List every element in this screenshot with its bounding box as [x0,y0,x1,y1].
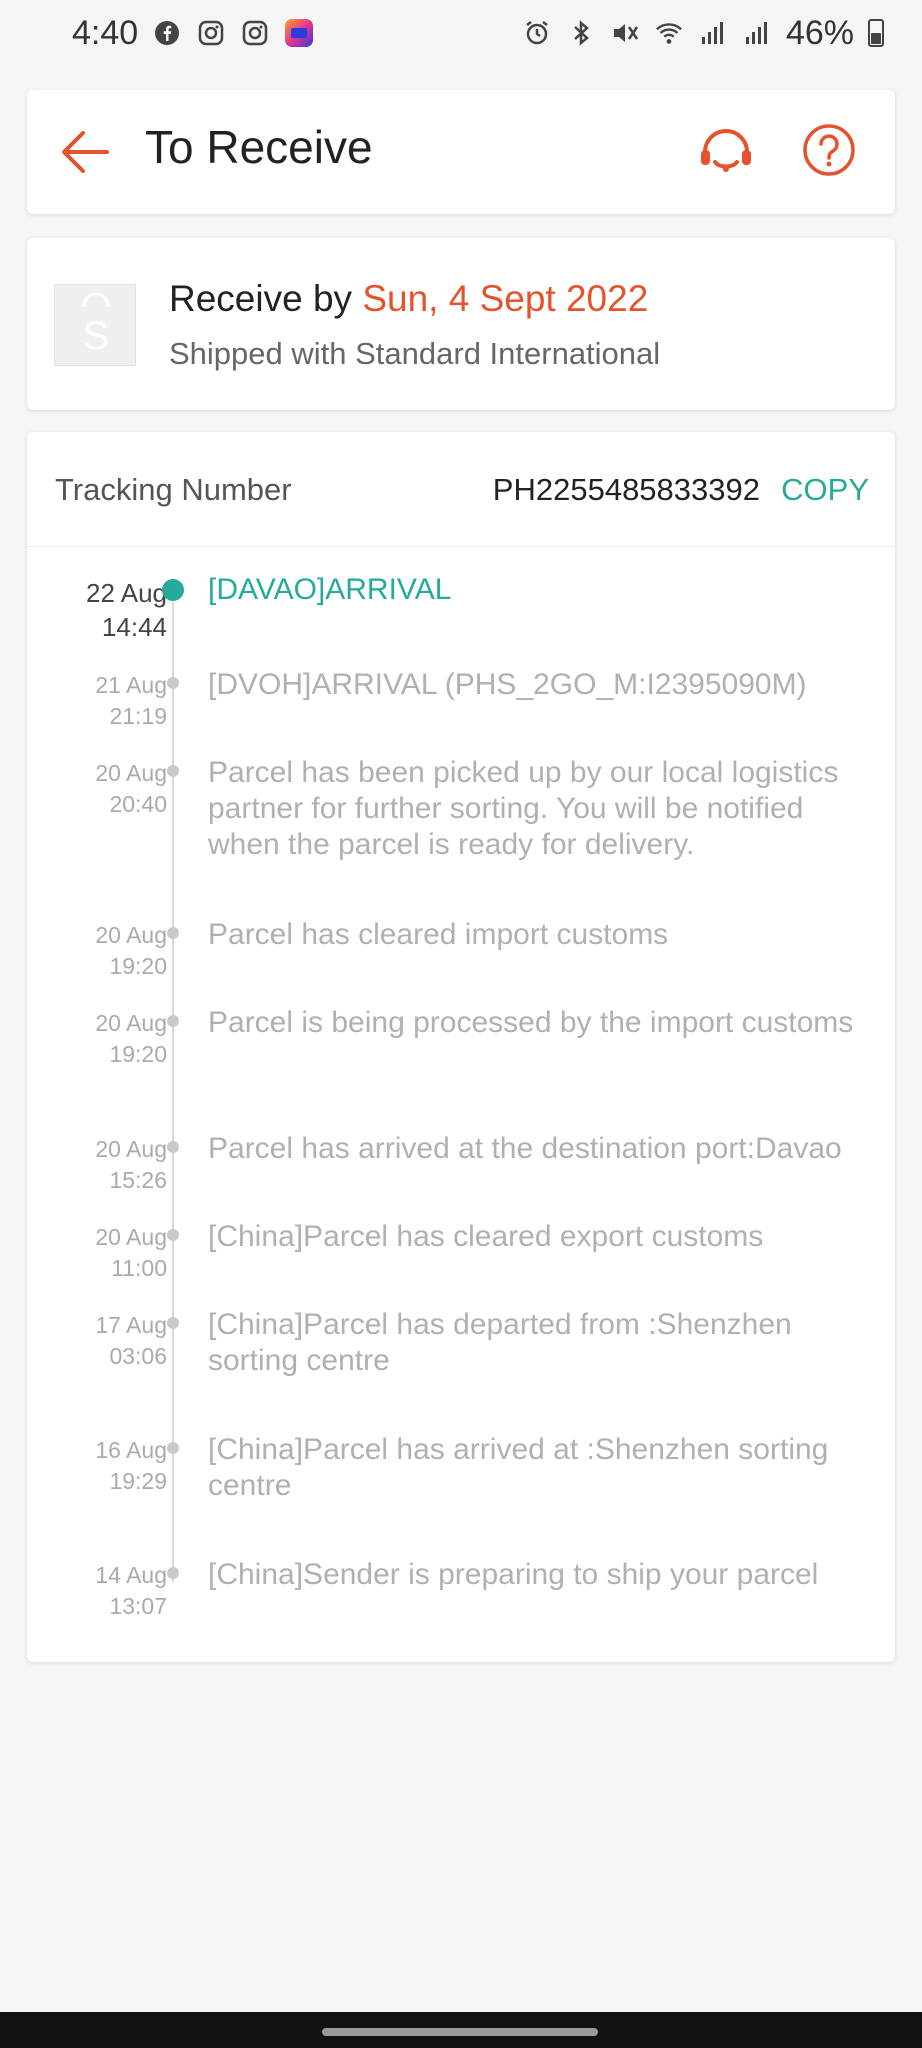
event-time: 19:20 [109,953,167,979]
signal-icon [742,18,772,48]
event-description: Parcel has cleared import customs [208,918,669,951]
support-button[interactable] [695,120,757,182]
battery-percent: 46% [785,13,854,52]
event-datetime: 20 Aug 11:00 [95,1222,167,1284]
event-datetime: 20 Aug 20:40 [95,758,167,820]
event-time: 14:44 [101,612,167,642]
timeline-dot [167,1567,179,1579]
event-date: 22 Aug [86,578,167,608]
shopping-bag-icon: S [82,292,110,358]
help-icon [803,124,855,176]
event-date: 17 Aug [95,1312,167,1338]
timeline-line [172,602,174,1582]
event-date: 20 Aug [95,760,167,786]
instagram-icon [240,18,270,48]
event-date: 20 Aug [95,1136,167,1162]
delivery-info-card: S Receive by Sun, 4 Sept 2022 Shipped wi… [27,238,895,410]
receive-by-line: Receive by Sun, 4 Sept 2022 [169,278,648,320]
tracking-number-label: Tracking Number [55,472,292,507]
event-datetime: 14 Aug 13:07 [95,1560,167,1622]
event-time: 11:00 [111,1255,167,1281]
battery-icon [868,19,884,47]
event-description: [China]Parcel has cleared export customs [208,1220,764,1253]
instagram-icon [196,18,226,48]
event-date: 14 Aug [95,1562,167,1588]
timeline-dot [167,1015,179,1027]
event-time: 21:19 [109,703,167,729]
event-description: [DVOH]ARRIVAL (PHS_2GO_M:I2395090M) [208,668,807,701]
shipping-method: Shipped with Standard International [169,336,661,371]
tracking-number-value: PH2255485833392 [492,472,760,507]
event-description: [China]Parcel has departed from :Shenzhe… [208,1308,792,1377]
event-time: 19:29 [109,1468,167,1494]
event-datetime: 20 Aug 15:26 [95,1134,167,1196]
event-description: Parcel is being processed by the import … [208,1006,854,1039]
wifi-icon [654,18,684,48]
tracking-card: Tracking Number PH2255485833392 COPY 22 … [27,432,895,1662]
back-arrow-icon [62,131,109,173]
back-button[interactable] [55,124,115,180]
event-description: Parcel has been picked up by our local l… [208,756,839,861]
timeline-dot [167,1229,179,1241]
navigation-bar [0,2012,922,2048]
tracking-header: Tracking Number PH2255485833392 COPY [27,432,895,547]
page-header: To Receive [27,90,895,214]
help-button[interactable] [801,122,857,178]
status-time: 4:40 [72,13,139,52]
status-right: 46% [522,14,884,53]
alarm-icon [522,18,552,48]
home-gesture-bar[interactable] [322,2028,598,2036]
receive-by-label: Receive by [169,278,353,319]
event-time: 13:07 [109,1593,167,1619]
event-description: Parcel has arrived at the destination po… [208,1132,842,1165]
facebook-icon [152,18,182,48]
timeline-dot [167,1317,179,1329]
event-date: 16 Aug [95,1437,167,1463]
shop-logo: S [54,284,136,366]
receive-by-date: Sun, 4 Sept 2022 [362,278,649,319]
event-time: 19:20 [109,1041,167,1067]
logo-letter: S [83,314,110,358]
event-datetime: 16 Aug 19:29 [95,1435,167,1497]
event-time: 20:40 [109,791,167,817]
event-datetime: 21 Aug 21:19 [95,670,167,732]
timeline-dot [167,927,179,939]
headset-icon [701,129,751,172]
lazada-icon [284,18,314,48]
event-description: [China]Sender is preparing to ship your … [208,1558,819,1591]
timeline-dot-active [162,579,184,601]
event-description: [DAVAO]ARRIVAL [208,573,452,606]
event-date: 20 Aug [95,1010,167,1036]
event-date: 20 Aug [95,922,167,948]
event-datetime: 22 Aug 14:44 [86,576,167,644]
event-date: 20 Aug [95,1224,167,1250]
event-date: 21 Aug [95,672,167,698]
timeline-dot [167,677,179,689]
event-datetime: 17 Aug 03:06 [95,1310,167,1372]
event-time: 03:06 [109,1343,167,1369]
bluetooth-icon [566,18,596,48]
timeline-dot [167,1141,179,1153]
timeline-dot [167,765,179,777]
status-bar: 4:40 46% [0,0,922,66]
event-description: [China]Parcel has arrived at :Shenzhen s… [208,1433,829,1502]
mute-icon [610,18,640,48]
signal-icon [698,18,728,48]
event-datetime: 20 Aug 19:20 [95,1008,167,1070]
event-time: 15:26 [109,1167,167,1193]
timeline-dot [167,1442,179,1454]
event-datetime: 20 Aug 19:20 [95,920,167,982]
status-left: 4:40 [72,14,314,53]
page-title: To Receive [145,121,373,173]
copy-button[interactable]: COPY [781,472,869,508]
